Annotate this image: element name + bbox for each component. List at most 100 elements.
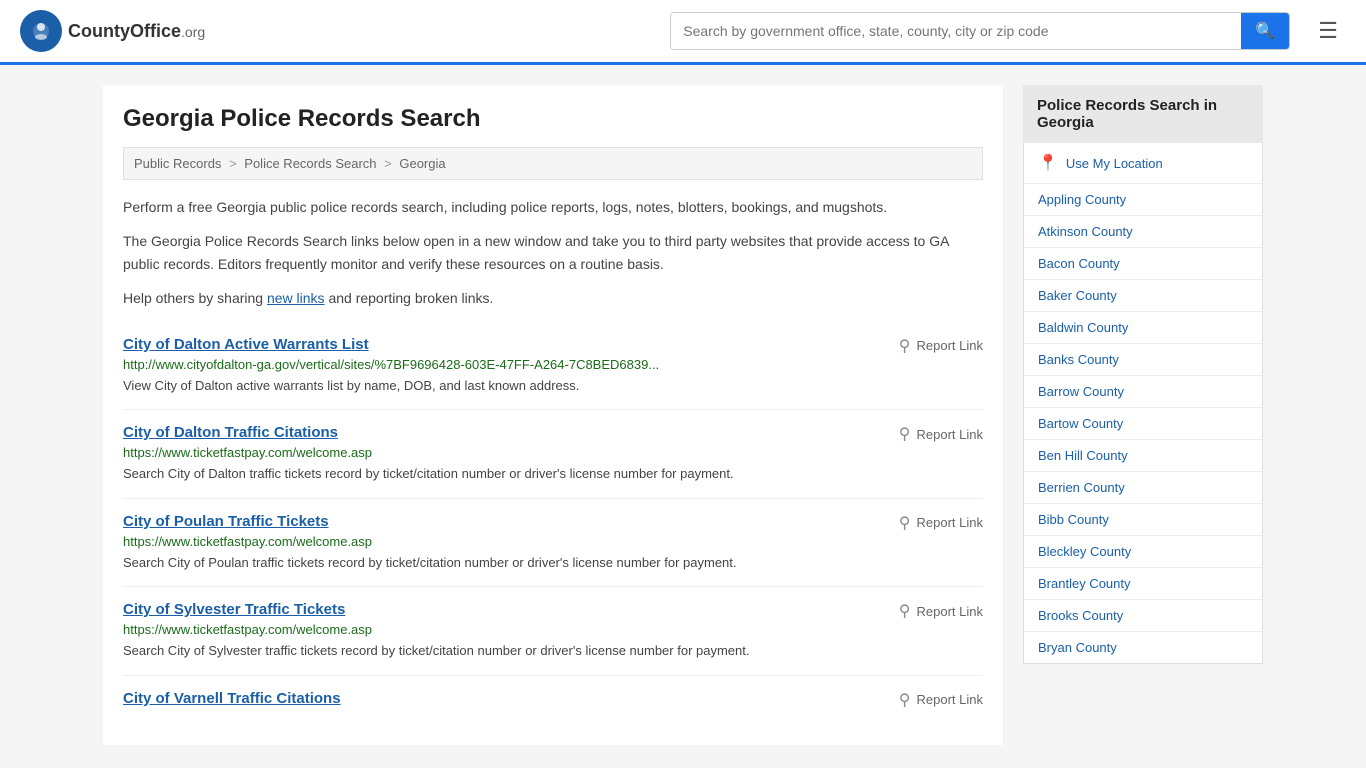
- county-link-6[interactable]: Barrow County: [1024, 376, 1262, 407]
- county-list-item: Brantley County: [1024, 568, 1262, 600]
- report-label-4: Report Link: [917, 692, 983, 707]
- county-link-8[interactable]: Ben Hill County: [1024, 440, 1262, 471]
- result-item: City of Sylvester Traffic Tickets ⚲ Repo…: [123, 587, 983, 676]
- report-label-2: Report Link: [917, 515, 983, 530]
- county-list-item: Baldwin County: [1024, 312, 1262, 344]
- report-link-1[interactable]: ⚲ Report Link: [899, 424, 983, 444]
- report-icon-0: ⚲: [899, 336, 911, 356]
- report-link-0[interactable]: ⚲ Report Link: [899, 336, 983, 356]
- county-list-item: Berrien County: [1024, 472, 1262, 504]
- county-link-12[interactable]: Brantley County: [1024, 568, 1262, 599]
- result-header: City of Dalton Traffic Citations ⚲ Repor…: [123, 424, 983, 445]
- page-title: Georgia Police Records Search: [123, 105, 983, 133]
- search-bar: 🔍: [670, 12, 1290, 50]
- search-icon: 🔍: [1255, 23, 1275, 40]
- intro-text-1: Perform a free Georgia public police rec…: [123, 196, 983, 218]
- menu-button[interactable]: ☰: [1310, 14, 1346, 48]
- breadcrumb-separator-1: >: [229, 156, 240, 171]
- county-list-item: Bartow County: [1024, 408, 1262, 440]
- sidebar-content: 📍 Use My Location Appling CountyAtkinson…: [1023, 143, 1263, 664]
- county-list-item: Bryan County: [1024, 632, 1262, 663]
- use-my-location[interactable]: 📍 Use My Location: [1024, 143, 1262, 184]
- report-icon-1: ⚲: [899, 424, 911, 444]
- county-list-item: Bleckley County: [1024, 536, 1262, 568]
- location-label: Use My Location: [1066, 156, 1163, 171]
- report-label-3: Report Link: [917, 604, 983, 619]
- result-header: City of Poulan Traffic Tickets ⚲ Report …: [123, 513, 983, 534]
- intro-text-2: The Georgia Police Records Search links …: [123, 230, 983, 275]
- logo-text: CountyOffice: [68, 21, 181, 41]
- result-url-2: https://www.ticketfastpay.com/welcome.as…: [123, 534, 983, 549]
- hamburger-icon: ☰: [1318, 18, 1338, 43]
- report-label-0: Report Link: [917, 338, 983, 353]
- content-area: Georgia Police Records Search Public Rec…: [103, 85, 1003, 745]
- report-icon-4: ⚲: [899, 690, 911, 710]
- county-link-13[interactable]: Brooks County: [1024, 600, 1262, 631]
- county-link-14[interactable]: Bryan County: [1024, 632, 1262, 663]
- county-link-5[interactable]: Banks County: [1024, 344, 1262, 375]
- result-title-3[interactable]: City of Sylvester Traffic Tickets: [123, 601, 345, 618]
- result-header: City of Sylvester Traffic Tickets ⚲ Repo…: [123, 601, 983, 622]
- county-link-7[interactable]: Bartow County: [1024, 408, 1262, 439]
- county-link-11[interactable]: Bleckley County: [1024, 536, 1262, 567]
- logo-icon: [20, 10, 62, 52]
- county-link-10[interactable]: Bibb County: [1024, 504, 1262, 535]
- breadcrumb-georgia[interactable]: Georgia: [399, 156, 445, 171]
- result-title-2[interactable]: City of Poulan Traffic Tickets: [123, 513, 329, 530]
- report-label-1: Report Link: [917, 427, 983, 442]
- county-link-0[interactable]: Appling County: [1024, 184, 1262, 215]
- result-item: City of Varnell Traffic Citations ⚲ Repo…: [123, 676, 983, 725]
- result-desc-1: Search City of Dalton traffic tickets re…: [123, 464, 983, 484]
- main-container: Georgia Police Records Search Public Rec…: [83, 65, 1283, 765]
- county-list: Appling CountyAtkinson CountyBacon Count…: [1024, 184, 1262, 663]
- county-link-1[interactable]: Atkinson County: [1024, 216, 1262, 247]
- intro-text-3: Help others by sharing new links and rep…: [123, 287, 983, 309]
- breadcrumb-separator-2: >: [384, 156, 395, 171]
- site-logo[interactable]: CountyOffice.org: [20, 10, 205, 52]
- county-list-item: Atkinson County: [1024, 216, 1262, 248]
- report-link-4[interactable]: ⚲ Report Link: [899, 690, 983, 710]
- county-link-3[interactable]: Baker County: [1024, 280, 1262, 311]
- result-title-0[interactable]: City of Dalton Active Warrants List: [123, 336, 369, 353]
- county-list-item: Barrow County: [1024, 376, 1262, 408]
- report-icon-2: ⚲: [899, 513, 911, 533]
- county-list-item: Ben Hill County: [1024, 440, 1262, 472]
- breadcrumb-police-records[interactable]: Police Records Search: [244, 156, 376, 171]
- result-url-1: https://www.ticketfastpay.com/welcome.as…: [123, 445, 983, 460]
- breadcrumb-public-records[interactable]: Public Records: [134, 156, 221, 171]
- result-desc-3: Search City of Sylvester traffic tickets…: [123, 641, 983, 661]
- result-desc-0: View City of Dalton active warrants list…: [123, 376, 983, 396]
- result-item: City of Dalton Active Warrants List ⚲ Re…: [123, 322, 983, 411]
- report-link-2[interactable]: ⚲ Report Link: [899, 513, 983, 533]
- report-icon-3: ⚲: [899, 601, 911, 621]
- county-link-2[interactable]: Bacon County: [1024, 248, 1262, 279]
- result-item: City of Dalton Traffic Citations ⚲ Repor…: [123, 410, 983, 499]
- county-list-item: Appling County: [1024, 184, 1262, 216]
- result-title-4[interactable]: City of Varnell Traffic Citations: [123, 690, 341, 707]
- result-title-1[interactable]: City of Dalton Traffic Citations: [123, 424, 338, 441]
- result-header: City of Varnell Traffic Citations ⚲ Repo…: [123, 690, 983, 711]
- county-link-9[interactable]: Berrien County: [1024, 472, 1262, 503]
- site-header: CountyOffice.org 🔍 ☰: [0, 0, 1366, 65]
- report-link-3[interactable]: ⚲ Report Link: [899, 601, 983, 621]
- result-header: City of Dalton Active Warrants List ⚲ Re…: [123, 336, 983, 357]
- results-list: City of Dalton Active Warrants List ⚲ Re…: [123, 322, 983, 725]
- search-input[interactable]: [671, 13, 1241, 49]
- sidebar-header: Police Records Search in Georgia: [1023, 85, 1263, 143]
- intro-3-pre: Help others by sharing: [123, 290, 267, 306]
- logo-org: .org: [181, 24, 205, 40]
- county-list-item: Brooks County: [1024, 600, 1262, 632]
- county-list-item: Baker County: [1024, 280, 1262, 312]
- result-item: City of Poulan Traffic Tickets ⚲ Report …: [123, 499, 983, 588]
- sidebar: Police Records Search in Georgia 📍 Use M…: [1023, 85, 1263, 745]
- county-link-4[interactable]: Baldwin County: [1024, 312, 1262, 343]
- result-desc-2: Search City of Poulan traffic tickets re…: [123, 553, 983, 573]
- search-button[interactable]: 🔍: [1241, 13, 1289, 49]
- result-url-3: https://www.ticketfastpay.com/welcome.as…: [123, 622, 983, 637]
- location-icon: 📍: [1038, 153, 1058, 173]
- result-url-0: http://www.cityofdalton-ga.gov/vertical/…: [123, 357, 983, 372]
- breadcrumb: Public Records > Police Records Search >…: [123, 147, 983, 180]
- intro-3-post: and reporting broken links.: [325, 290, 494, 306]
- county-list-item: Bibb County: [1024, 504, 1262, 536]
- new-links-link[interactable]: new links: [267, 290, 325, 306]
